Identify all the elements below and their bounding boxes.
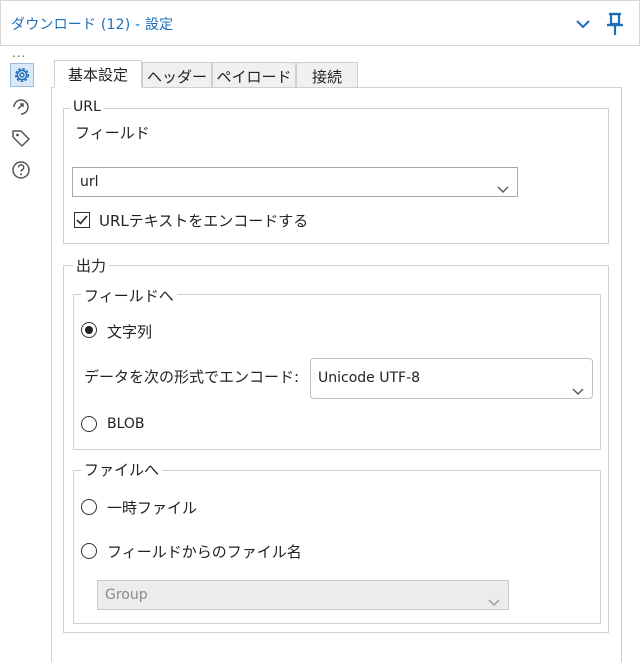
url-field-select[interactable]: url [72, 167, 518, 197]
encode-format-label: データを次の形式でエンコード: [84, 368, 300, 386]
blob-radio-label: BLOB [107, 416, 145, 432]
filename-from-field-label: フィールドからのファイル名 [107, 543, 302, 561]
tab-basic-settings[interactable]: 基本設定 [54, 60, 142, 88]
filename-field-select[interactable]: Group [97, 580, 509, 610]
encode-url-checkbox[interactable] [74, 212, 90, 228]
to-field-legend: フィールドへ [81, 285, 177, 306]
encoding-select[interactable]: Unicode UTF-8 [310, 358, 593, 399]
blob-radio[interactable] [81, 416, 97, 432]
output-group-legend: 出力 [73, 255, 110, 276]
window-title: ダウンロード (12) - 設定 [11, 17, 174, 33]
filename-from-field-radio[interactable] [81, 543, 97, 559]
refresh-arrow-icon[interactable] [10, 96, 34, 120]
tag-icon[interactable] [10, 127, 34, 151]
to-file-legend: ファイルへ [81, 459, 163, 480]
chevron-down-icon [488, 590, 500, 606]
temp-file-radio[interactable] [81, 499, 97, 515]
tab-headers[interactable]: ヘッダー [142, 62, 212, 88]
window-titlebar: ダウンロード (12) - 設定 [0, 0, 640, 46]
chevron-down-icon [572, 374, 584, 395]
tab-payload[interactable]: ペイロード [212, 62, 296, 88]
chevron-down-icon [497, 177, 509, 193]
gear-icon[interactable] [10, 63, 34, 87]
url-group-legend: URL [70, 99, 104, 115]
string-radio[interactable] [81, 322, 97, 338]
sidebar-overflow-dots[interactable]: ... [12, 46, 26, 60]
temp-file-radio-label: 一時ファイル [107, 499, 198, 517]
field-label: フィールド [75, 124, 150, 142]
tab-connection[interactable]: 接続 [296, 62, 358, 88]
url-field-select-value: url [80, 174, 99, 190]
pin-icon[interactable] [604, 11, 626, 37]
help-icon[interactable] [10, 159, 34, 183]
string-radio-label: 文字列 [107, 323, 153, 341]
collapse-chevron-icon[interactable] [573, 15, 593, 33]
encoding-select-value: Unicode UTF-8 [318, 370, 421, 386]
encode-url-label: URLテキストをエンコードする [99, 212, 309, 230]
filename-field-select-value: Group [105, 587, 148, 603]
